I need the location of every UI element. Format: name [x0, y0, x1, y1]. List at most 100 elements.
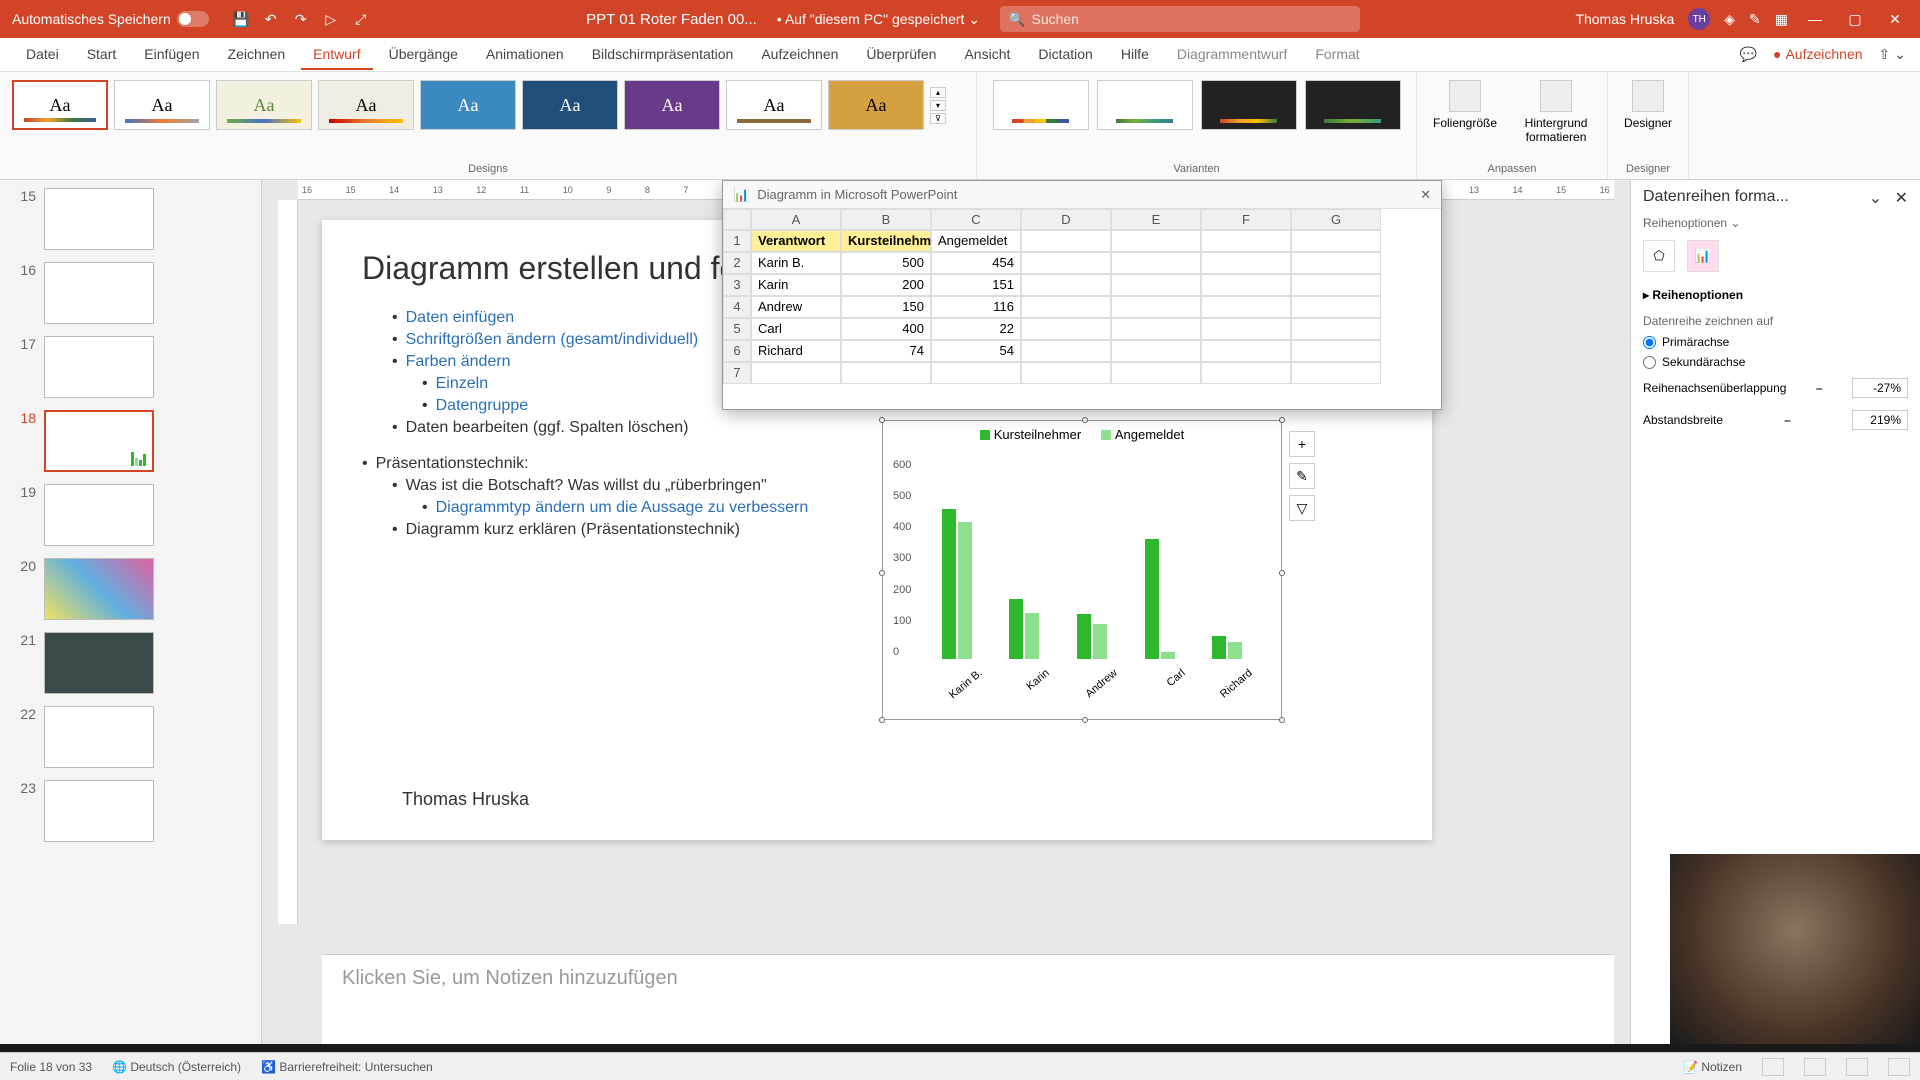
format-pane-title: Datenreihen forma...	[1643, 188, 1789, 208]
pane-close-icon[interactable]: ✕	[1895, 190, 1908, 207]
design-theme-8[interactable]: Aa	[726, 80, 822, 130]
design-theme-1[interactable]: Aa	[12, 80, 108, 130]
variant-2[interactable]	[1097, 80, 1193, 130]
close-button[interactable]: ✕	[1882, 6, 1908, 32]
accessibility-status[interactable]: ♿ Barrierefreiheit: Untersuchen	[261, 1060, 433, 1074]
secondary-axis-radio[interactable]: Sekundärachse	[1643, 352, 1908, 372]
chart-filter-button[interactable]: ▽	[1289, 495, 1315, 521]
sorter-view-button[interactable]	[1804, 1058, 1826, 1076]
undo-icon[interactable]: ↶	[261, 9, 281, 29]
overlap-input[interactable]: -27%	[1852, 378, 1908, 398]
diamond-icon[interactable]: ◈	[1724, 11, 1735, 28]
save-icon[interactable]: 💾	[231, 9, 251, 29]
gallery-more-icon[interactable]: ⊽	[930, 113, 946, 124]
tab-aufzeichnen[interactable]: Aufzeichnen	[749, 40, 850, 70]
design-theme-4[interactable]: Aa	[318, 80, 414, 130]
design-theme-6[interactable]: Aa	[522, 80, 618, 130]
slide-thumb-22[interactable]	[44, 706, 154, 768]
tab-dictation[interactable]: Dictation	[1026, 40, 1104, 70]
slide-thumb-21[interactable]	[44, 632, 154, 694]
fill-line-icon[interactable]: ⬠	[1643, 240, 1675, 272]
slide-thumb-19[interactable]	[44, 484, 154, 546]
slide-thumb-20[interactable]	[44, 558, 154, 620]
ribbon-tabs: Datei Start Einfügen Zeichnen Entwurf Üb…	[0, 38, 1920, 72]
author-text: Thomas Hruska	[402, 789, 529, 810]
touch-mode-icon[interactable]: ⤢	[351, 9, 371, 29]
slide-thumb-23[interactable]	[44, 780, 154, 842]
tab-animationen[interactable]: Animationen	[474, 40, 576, 70]
primary-axis-radio[interactable]: Primärachse	[1643, 332, 1908, 352]
gap-width-input[interactable]: 219%	[1852, 410, 1908, 430]
tab-start[interactable]: Start	[75, 40, 129, 70]
chart-data-title: Diagramm in Microsoft PowerPoint	[757, 187, 957, 202]
language-status[interactable]: 🌐 Deutsch (Österreich)	[112, 1060, 241, 1074]
variant-1[interactable]	[993, 80, 1089, 130]
ribbon-content: Aa Aa Aa Aa Aa Aa Aa Aa Aa ▴ ▾ ⊽ Designs…	[0, 72, 1920, 180]
maximize-button[interactable]: ▢	[1842, 6, 1868, 32]
share-icon[interactable]: ⇧	[1879, 46, 1891, 63]
variant-3[interactable]	[1201, 80, 1297, 130]
tab-uebergaenge[interactable]: Übergänge	[377, 40, 470, 70]
slide-size-button[interactable]: Foliengröße	[1425, 76, 1505, 148]
design-theme-3[interactable]: Aa	[216, 80, 312, 130]
series-options-section[interactable]: ▸ Reihenoptionen	[1643, 288, 1908, 302]
calendar-icon[interactable]: ▦	[1775, 11, 1788, 28]
chart-styles-button[interactable]: ✎	[1289, 463, 1315, 489]
chart-bars[interactable]	[923, 459, 1261, 659]
tab-hilfe[interactable]: Hilfe	[1109, 40, 1161, 70]
chart-x-axis: Karin B. Karin Andrew Carl Richard	[923, 667, 1261, 679]
close-icon[interactable]: ✕	[1420, 187, 1431, 203]
slide-counter[interactable]: Folie 18 von 33	[10, 1060, 92, 1074]
tab-zeichnen[interactable]: Zeichnen	[216, 40, 298, 70]
comments-icon[interactable]: 💬	[1740, 46, 1757, 63]
design-theme-9[interactable]: Aa	[828, 80, 924, 130]
pen-icon[interactable]: ✎	[1749, 11, 1761, 28]
tab-bildschirm[interactable]: Bildschirmpräsentation	[580, 40, 746, 70]
slide-thumb-17[interactable]	[44, 336, 154, 398]
chart-elements-button[interactable]: +	[1289, 431, 1315, 457]
notes-button[interactable]: 📝 Notizen	[1683, 1060, 1742, 1074]
chart-data-window[interactable]: 📊 Diagramm in Microsoft PowerPoint ✕ ABC…	[722, 180, 1442, 410]
tab-format[interactable]: Format	[1303, 40, 1371, 70]
designer-group-label: Designer	[1626, 163, 1670, 177]
designs-group-label: Designs	[468, 163, 508, 177]
format-background-button[interactable]: Hintergrund formatieren	[1513, 76, 1599, 148]
tab-einfuegen[interactable]: Einfügen	[132, 40, 211, 70]
pane-options-icon[interactable]: ⌄	[1869, 190, 1882, 207]
data-grid[interactable]: ABCDEFG 1VerantwortKursteilnehmerAngemel…	[723, 209, 1441, 384]
design-theme-2[interactable]: Aa	[114, 80, 210, 130]
search-icon: 🔍	[1008, 11, 1025, 28]
tab-ansicht[interactable]: Ansicht	[952, 40, 1022, 70]
slide-thumb-18[interactable]	[44, 410, 154, 472]
tab-diagrammentwurf[interactable]: Diagrammentwurf	[1165, 40, 1299, 70]
user-name[interactable]: Thomas Hruska	[1575, 11, 1674, 27]
series-options-dropdown[interactable]: Reihenoptionen ⌄	[1643, 216, 1908, 230]
designer-button[interactable]: Designer	[1616, 76, 1680, 134]
reading-view-button[interactable]	[1846, 1058, 1868, 1076]
chart-legend[interactable]: Kursteilnehmer Angemeldet	[883, 421, 1281, 449]
gallery-down-icon[interactable]: ▾	[930, 100, 946, 111]
search-box[interactable]: 🔍 Suchen	[1000, 6, 1360, 32]
tab-ueberpruefen[interactable]: Überprüfen	[854, 40, 948, 70]
normal-view-button[interactable]	[1762, 1058, 1784, 1076]
gallery-up-icon[interactable]: ▴	[930, 87, 946, 98]
record-button[interactable]: Aufzeichnen	[1761, 40, 1875, 70]
chart-object[interactable]: + ✎ ▽ Kursteilnehmer Angemeldet 01002003…	[882, 420, 1282, 720]
slide-thumb-15[interactable]	[44, 188, 154, 250]
tab-entwurf[interactable]: Entwurf	[301, 40, 372, 70]
variant-4[interactable]	[1305, 80, 1401, 130]
design-theme-7[interactable]: Aa	[624, 80, 720, 130]
slideshow-view-button[interactable]	[1888, 1058, 1910, 1076]
collapse-ribbon-icon[interactable]: ⌄	[1894, 46, 1906, 63]
user-avatar[interactable]: TH	[1688, 8, 1710, 30]
redo-icon[interactable]: ↷	[291, 9, 311, 29]
from-beginning-icon[interactable]: ▷	[321, 9, 341, 29]
autosave-toggle[interactable]: Automatisches Speichern	[12, 11, 209, 27]
notes-pane[interactable]: Klicken Sie, um Notizen hinzuzufügen	[322, 954, 1614, 1044]
series-options-icon[interactable]: 📊	[1687, 240, 1719, 272]
minimize-button[interactable]: —	[1802, 6, 1828, 32]
design-theme-5[interactable]: Aa	[420, 80, 516, 130]
varianten-group-label: Varianten	[1173, 163, 1219, 177]
slide-thumb-16[interactable]	[44, 262, 154, 324]
tab-datei[interactable]: Datei	[14, 40, 71, 70]
